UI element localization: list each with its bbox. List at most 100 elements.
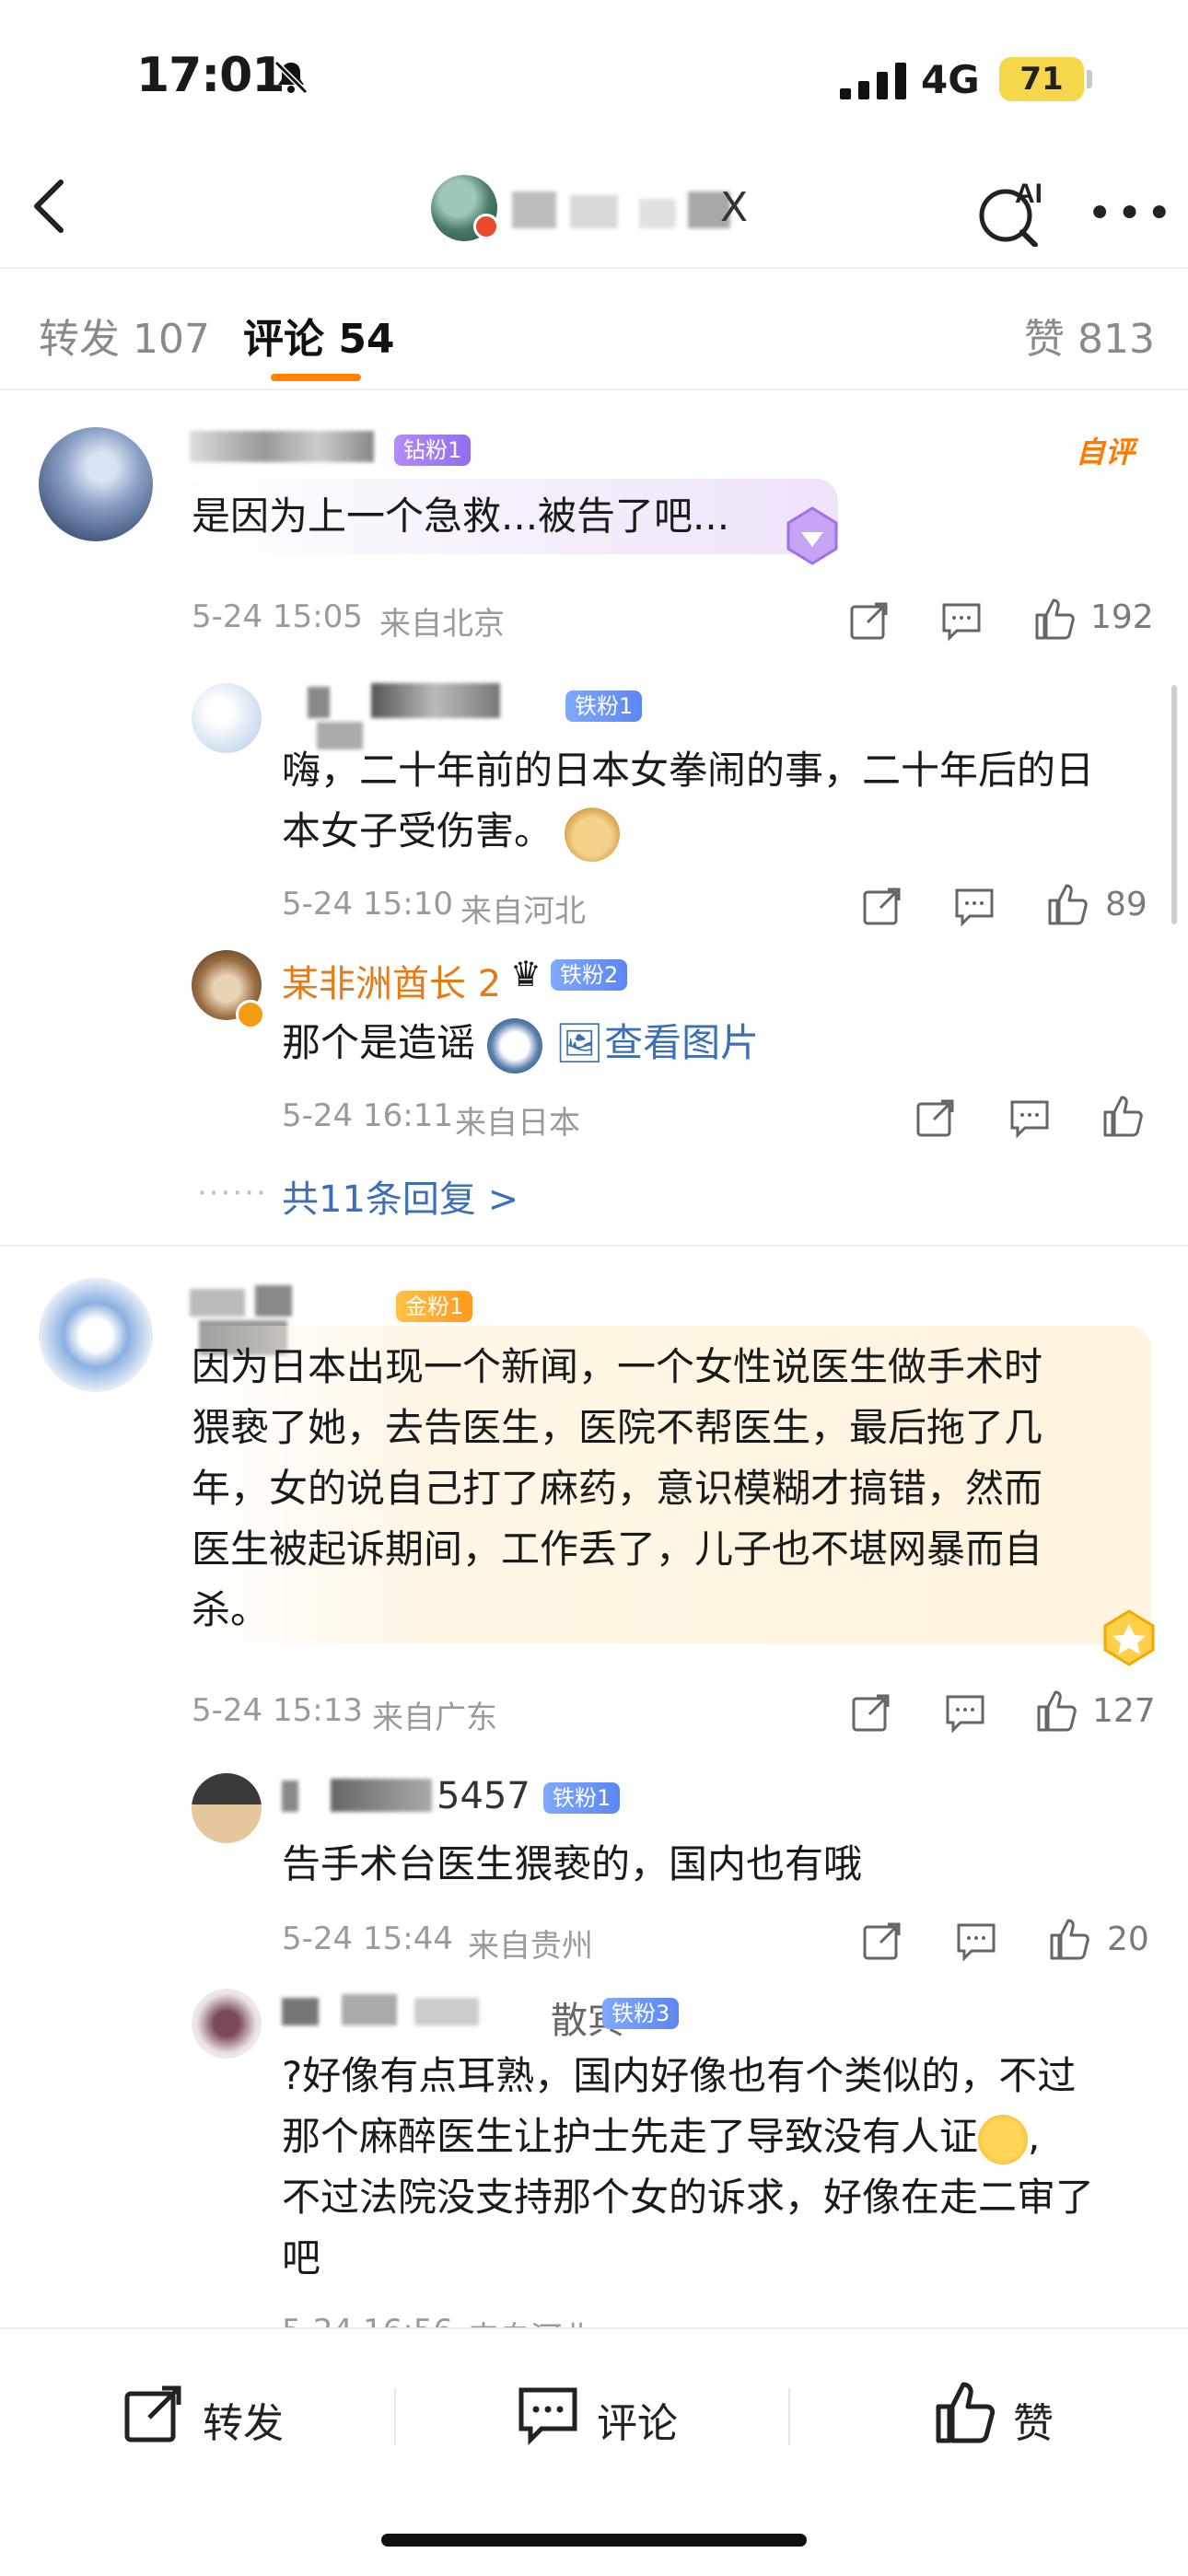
repost-icon[interactable] [122,2383,186,2447]
verified-badge-icon [236,1000,265,1029]
tab-comments[interactable]: 评论 54 [243,306,395,365]
more-icon[interactable]: ••• [1087,191,1176,236]
like-icon[interactable] [1046,882,1090,926]
reply-username-suffix[interactable]: 5457 [437,1775,530,1817]
reply-icon[interactable] [943,1690,987,1735]
reply-text: 那个是造谣 🖼查看图片 [282,1013,759,1073]
signal-icon [840,63,906,99]
avatar[interactable] [192,683,262,753]
image-icon: 🖼 [554,1020,605,1065]
ai-search-icon[interactable]: AI [974,175,1052,247]
reply-date: 5-24 16:11 [282,1097,453,1134]
live-dot [473,214,499,239]
reply-text: 吧 [282,2235,321,2280]
reply-text: ?好像有点耳熟，国内好像也有个类似的，不过 [282,2053,1077,2098]
comment-icon[interactable] [516,2383,580,2447]
share-icon[interactable] [860,1919,904,1963]
username-blurred[interactable] [190,431,383,468]
reply-location: 来自河北 [460,893,586,930]
view-image-label: 查看图片 [604,1020,760,1065]
comment-text: 年，女的说自己打了麻药，意识模糊才搞错，然而 [192,1466,1043,1511]
view-image-link[interactable]: 🖼查看图片 [555,1020,759,1065]
like-icon[interactable] [1033,597,1077,641]
reply-icon[interactable] [939,598,984,643]
fan-badge: 金粉1 [396,1291,473,1322]
fan-badge: 铁粉2 [551,959,628,991]
like-icon[interactable] [1048,1917,1092,1961]
like-count: 20 [1107,1920,1149,1958]
comment-text: 猥亵了她，去告医生，医院不帮医生，最后拖了几 [192,1405,1043,1450]
comment-location: 来自广东 [372,1700,497,1736]
reply-username[interactable]: 某非洲酋长 2 [282,954,501,1007]
reply-icon[interactable] [1007,1096,1052,1140]
reply-text: 那个麻醉医生让护士先走了导致没有人证, [282,2106,1040,2167]
comment-text: 医生被起诉期间，工作丢了，儿子也不堪网暴而自 [192,1526,1043,1572]
network-type: 4G [921,57,980,102]
comment-date: 5-24 15:05 [192,598,363,635]
self-comment-tag: 自评 [1076,435,1136,470]
like-icon[interactable] [1035,1688,1079,1733]
header-divider [0,267,1188,269]
avatar[interactable] [39,1278,153,1392]
author-name-suffix: X [720,184,749,231]
doge-emoji-icon [565,806,621,862]
author-name-blurred[interactable] [512,184,751,234]
avatar[interactable] [192,1989,262,2059]
avatar[interactable] [39,427,153,541]
battery-cap [1087,70,1092,88]
like-count: 127 [1092,1692,1156,1730]
reply-text: 不过法院没支持那个女的诉求，好像在走二审了 [282,2175,1095,2220]
cartoon-emoji-icon [487,1017,543,1073]
share-icon[interactable] [860,884,904,928]
fan-badge: 铁粉1 [543,1782,621,1814]
avatar[interactable] [192,1773,262,1843]
comment-text: 杀。 [192,1587,270,1632]
reply-text: 本女子受伤害。 [282,801,621,862]
comment-text: 是因为上一个急救...被告了吧... [192,493,730,539]
tab-repost[interactable]: 转发 107 [39,306,210,365]
comment-button[interactable]: 评论 [597,2390,678,2449]
crown-icon: ♛ [510,954,542,994]
home-indicator[interactable] [381,2534,807,2547]
reply-icon[interactable] [954,1919,998,1963]
fan-badge: 铁粉3 [602,1998,680,2029]
share-icon[interactable] [914,1096,958,1140]
username-blurred[interactable] [282,1779,438,1816]
reply-icon[interactable] [952,884,996,928]
username-blurred[interactable] [308,683,556,749]
bar-separator [394,2388,396,2445]
status-time: 17:01 [136,48,285,103]
username-blurred[interactable] [282,1994,512,2031]
reply-location: 来自日本 [455,1105,580,1142]
like-count: 192 [1090,598,1154,636]
like-button[interactable]: 赞 [1013,2390,1054,2449]
username-blurred[interactable] [190,1285,392,1355]
battery-level: 71 [1019,61,1064,98]
gold-badge-icon [1103,1609,1155,1666]
reply-text-line: 本女子受伤害。 [282,808,553,853]
like-count: 89 [1105,886,1147,923]
repost-button[interactable]: 转发 [203,2390,284,2449]
author-avatar[interactable] [431,175,499,241]
share-icon[interactable] [849,1690,893,1735]
reply-text: 告手术台医生猥亵的，国内也有哦 [282,1841,863,1886]
tabs-divider [0,389,1188,390]
fan-badge: 钻粉1 [394,435,472,466]
comment-divider [0,1245,1188,1247]
comment-location: 来自北京 [379,606,505,643]
tab-likes[interactable]: 赞 813 [1024,306,1155,365]
scrollbar[interactable] [1171,685,1177,924]
bar-separator [788,2388,790,2445]
more-replies-link[interactable]: 共11条回复 > [282,1169,518,1223]
back-icon[interactable] [26,177,70,236]
comment-date: 5-24 15:13 [192,1692,363,1729]
battery-indicator: 71 [999,57,1084,101]
fan-badge: 铁粉1 [565,690,643,722]
like-icon[interactable] [934,2381,998,2445]
reply-date: 5-24 15:44 [282,1920,453,1957]
like-icon[interactable] [1101,1094,1146,1138]
reply-date: 5-24 15:10 [282,886,453,922]
tab-active-underline [271,374,361,381]
reply-location: 来自贵州 [468,1928,593,1965]
share-icon[interactable] [847,598,891,643]
